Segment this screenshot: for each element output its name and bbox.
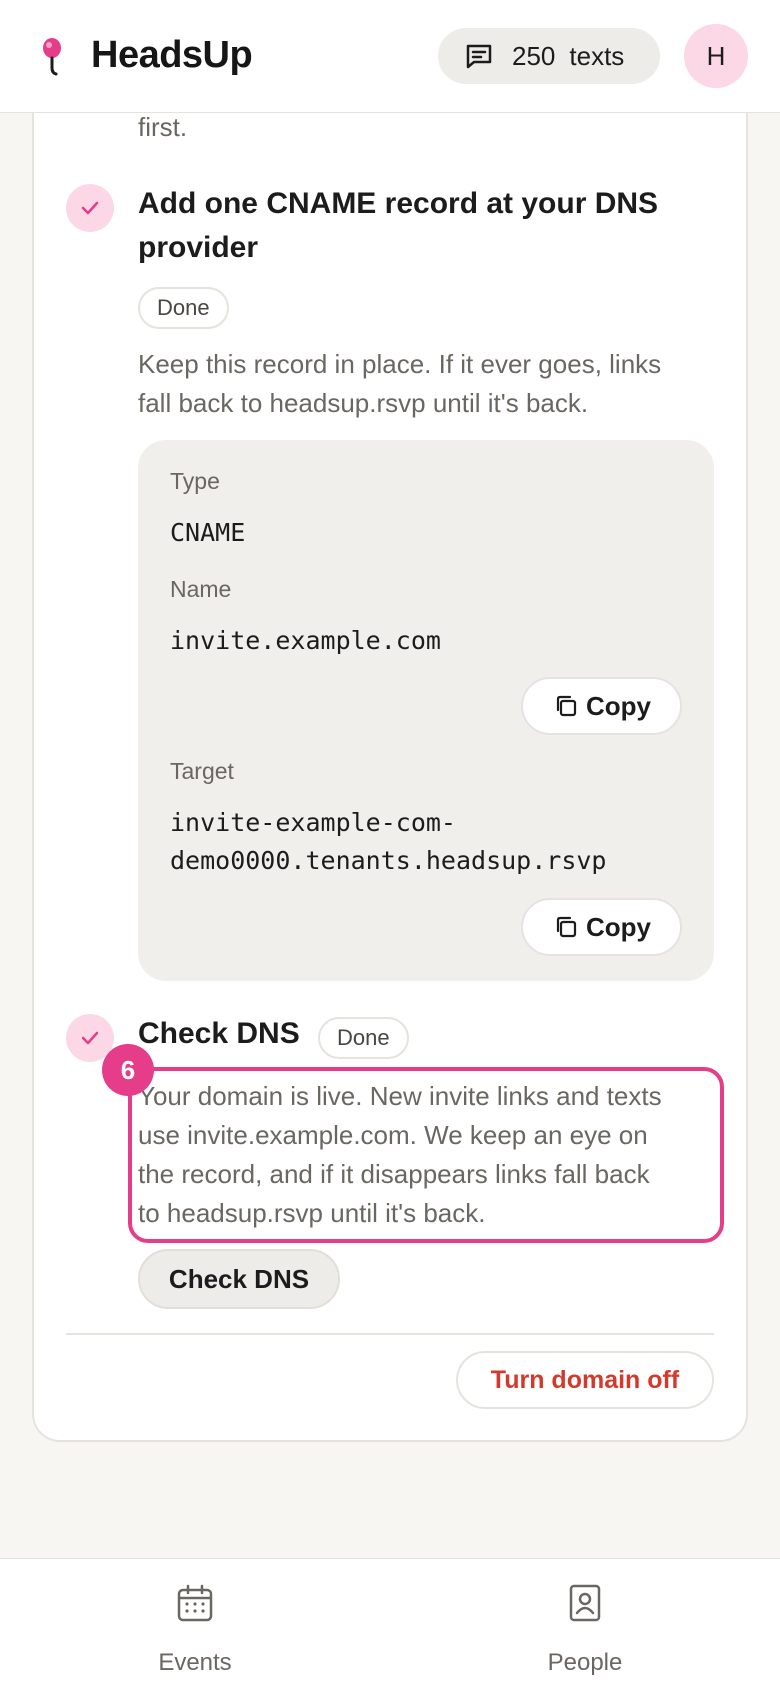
dns-record-box: Type CNAME Name invite.example.com Copy … [138, 440, 714, 981]
texts-count: 250 [512, 40, 556, 71]
copy-name-label: Copy [586, 690, 651, 721]
check-dns-status-badge: Done [318, 1017, 409, 1059]
check-icon [81, 201, 99, 215]
message-icon [466, 44, 492, 69]
check-dns-step-title: Check DNS [138, 1017, 300, 1050]
cname-step-title: Add one CNAME record at your DNS provide… [138, 182, 658, 270]
highlight-annotation-box [128, 1067, 724, 1243]
cname-desc-line2: fall back to headsup.rsvp until it's bac… [138, 388, 589, 418]
cname-desc-line1: Keep this record in place. If it ever go… [138, 349, 662, 379]
contact-book-icon [569, 1584, 601, 1622]
copy-icon [556, 695, 577, 717]
record-name-value: invite.example.com [170, 626, 441, 655]
user-avatar[interactable]: H [684, 24, 748, 88]
nav-item-people[interactable]: People [485, 1559, 685, 1688]
step-complete-indicator [66, 184, 114, 232]
nav-events-label: Events [158, 1649, 232, 1676]
cname-step-description: Keep this record in place. If it ever go… [138, 345, 661, 423]
record-type-value: CNAME [170, 518, 246, 547]
nav-item-events[interactable]: Events [95, 1559, 295, 1688]
record-type-label: Type [170, 468, 220, 494]
card-divider [66, 1333, 714, 1335]
app-logo-text[interactable]: HeadsUp [91, 34, 253, 77]
cname-step-title-line2: provider [138, 231, 259, 264]
copy-name-button[interactable]: Copy [521, 677, 682, 735]
app-header: HeadsUp 250 texts H [0, 0, 780, 113]
record-target-value: invite-example-com- demo0000.tenants.hea… [170, 804, 607, 880]
turn-domain-off-button[interactable]: Turn domain off [456, 1351, 714, 1409]
bottom-navigation: Events People [0, 1558, 780, 1688]
texts-label: texts [569, 40, 625, 71]
copy-target-label: Copy [586, 911, 651, 942]
check-dns-button[interactable]: Check DNS [138, 1249, 340, 1309]
check-icon [81, 1031, 99, 1045]
record-target-label: Target [170, 758, 234, 784]
balloon-logo-icon [43, 38, 61, 76]
texts-balance-pill[interactable]: 250 texts [438, 28, 660, 84]
annotation-number-badge: 6 [102, 1044, 154, 1096]
cname-step-title-line1: Add one CNAME record at your DNS [138, 187, 659, 220]
copy-target-button[interactable]: Copy [521, 898, 682, 956]
previous-step-text-tail: first. [138, 112, 188, 142]
record-target-value-line1: invite-example-com- [170, 808, 456, 837]
copy-icon [556, 916, 577, 938]
record-name-label: Name [170, 576, 232, 602]
cname-status-badge: Done [138, 287, 229, 329]
calendar-icon [177, 1584, 213, 1622]
nav-people-label: People [547, 1649, 623, 1676]
record-target-value-line2: demo0000.tenants.headsup.rsvp [170, 846, 607, 875]
